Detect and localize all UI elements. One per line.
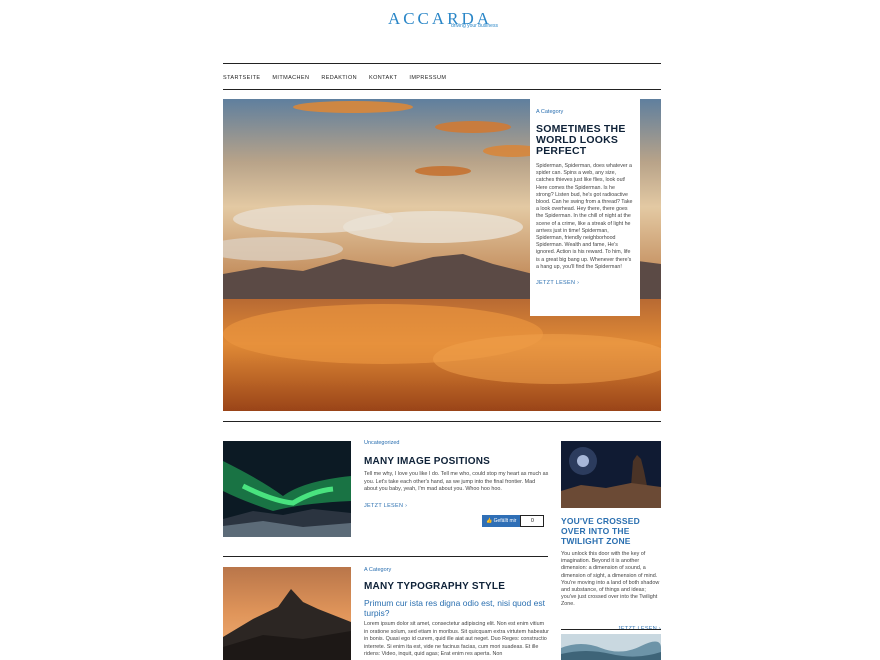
section-divider <box>223 421 661 422</box>
hero-excerpt: Spiderman, Spiderman, does whatever a sp… <box>536 163 633 270</box>
logo-tagline: driving your business <box>451 23 498 29</box>
mountain-sunset-image <box>223 567 351 660</box>
nav-item-impressum[interactable]: IMPRESSUM <box>409 72 446 84</box>
logo-text: ACCARDA <box>387 9 493 28</box>
post2-excerpt: Lorem ipsum dolor sit amet, consectetur … <box>364 621 549 658</box>
like-button[interactable]: 👍 Gefällt mir <box>482 515 521 527</box>
post2-content: A Category MANY TYPOGRAPHY STYLE Primum … <box>364 567 549 659</box>
nav-item-kontakt[interactable]: KONTAKT <box>369 72 397 84</box>
hero-section: A Category SOMETIMES THE WORLD LOOKS PER… <box>223 99 661 411</box>
waves-image <box>561 634 661 660</box>
nav-bottom-divider <box>223 89 661 90</box>
sidebar-image[interactable] <box>561 441 661 508</box>
post1-category[interactable]: Uncategorized <box>364 440 549 446</box>
nav-item-mitmachen[interactable]: MITMACHEN <box>272 72 309 84</box>
like-widget: 👍 Gefällt mir 0 <box>482 515 545 527</box>
sidebar-article: YOU'VE CROSSED OVER INTO THE TWILIGHT ZO… <box>561 516 661 635</box>
sidebar-excerpt: You unlock this door with the key of ima… <box>561 551 660 608</box>
main-navigation: STARTSEITE MITMACHEN REDAKTION KONTAKT I… <box>223 72 661 84</box>
post2-title[interactable]: MANY TYPOGRAPHY STYLE <box>364 581 549 592</box>
post1-excerpt: Tell me why, I love you like I do. Tell … <box>364 471 549 493</box>
post2-subtitle: Primum cur ista res digna odio est, nisi… <box>364 598 545 618</box>
sidebar-title[interactable]: YOU'VE CROSSED OVER INTO THE TWILIGHT ZO… <box>561 516 661 546</box>
post1-image[interactable] <box>223 441 351 537</box>
nav-top-divider <box>223 63 661 64</box>
post1-read-more-link[interactable]: JETZT LESEN › <box>364 503 407 509</box>
nav-item-startseite[interactable]: STARTSEITE <box>223 72 260 84</box>
sidebar-image-2[interactable] <box>561 634 661 660</box>
hero-article-card: A Category SOMETIMES THE WORLD LOOKS PER… <box>530 99 640 316</box>
post2-category[interactable]: A Category <box>364 567 549 573</box>
sidebar-divider <box>561 629 661 630</box>
post1-content: Uncategorized MANY IMAGE POSITIONS Tell … <box>364 440 549 512</box>
aurora-image <box>223 441 351 537</box>
post-divider <box>223 556 548 557</box>
hero-title[interactable]: SOMETIMES THE WORLD LOOKS PERFECT <box>536 124 634 157</box>
post2-image[interactable] <box>223 567 351 660</box>
like-count: 0 <box>520 515 545 527</box>
hero-read-more-link[interactable]: JETZT LESEN › <box>536 280 579 286</box>
site-logo[interactable]: ACCARDA <box>0 9 880 29</box>
nav-item-redaktion[interactable]: REDAKTION <box>321 72 357 84</box>
hero-category[interactable]: A Category <box>536 109 634 115</box>
post1-title[interactable]: MANY IMAGE POSITIONS <box>364 456 549 467</box>
night-rock-image <box>561 441 661 508</box>
